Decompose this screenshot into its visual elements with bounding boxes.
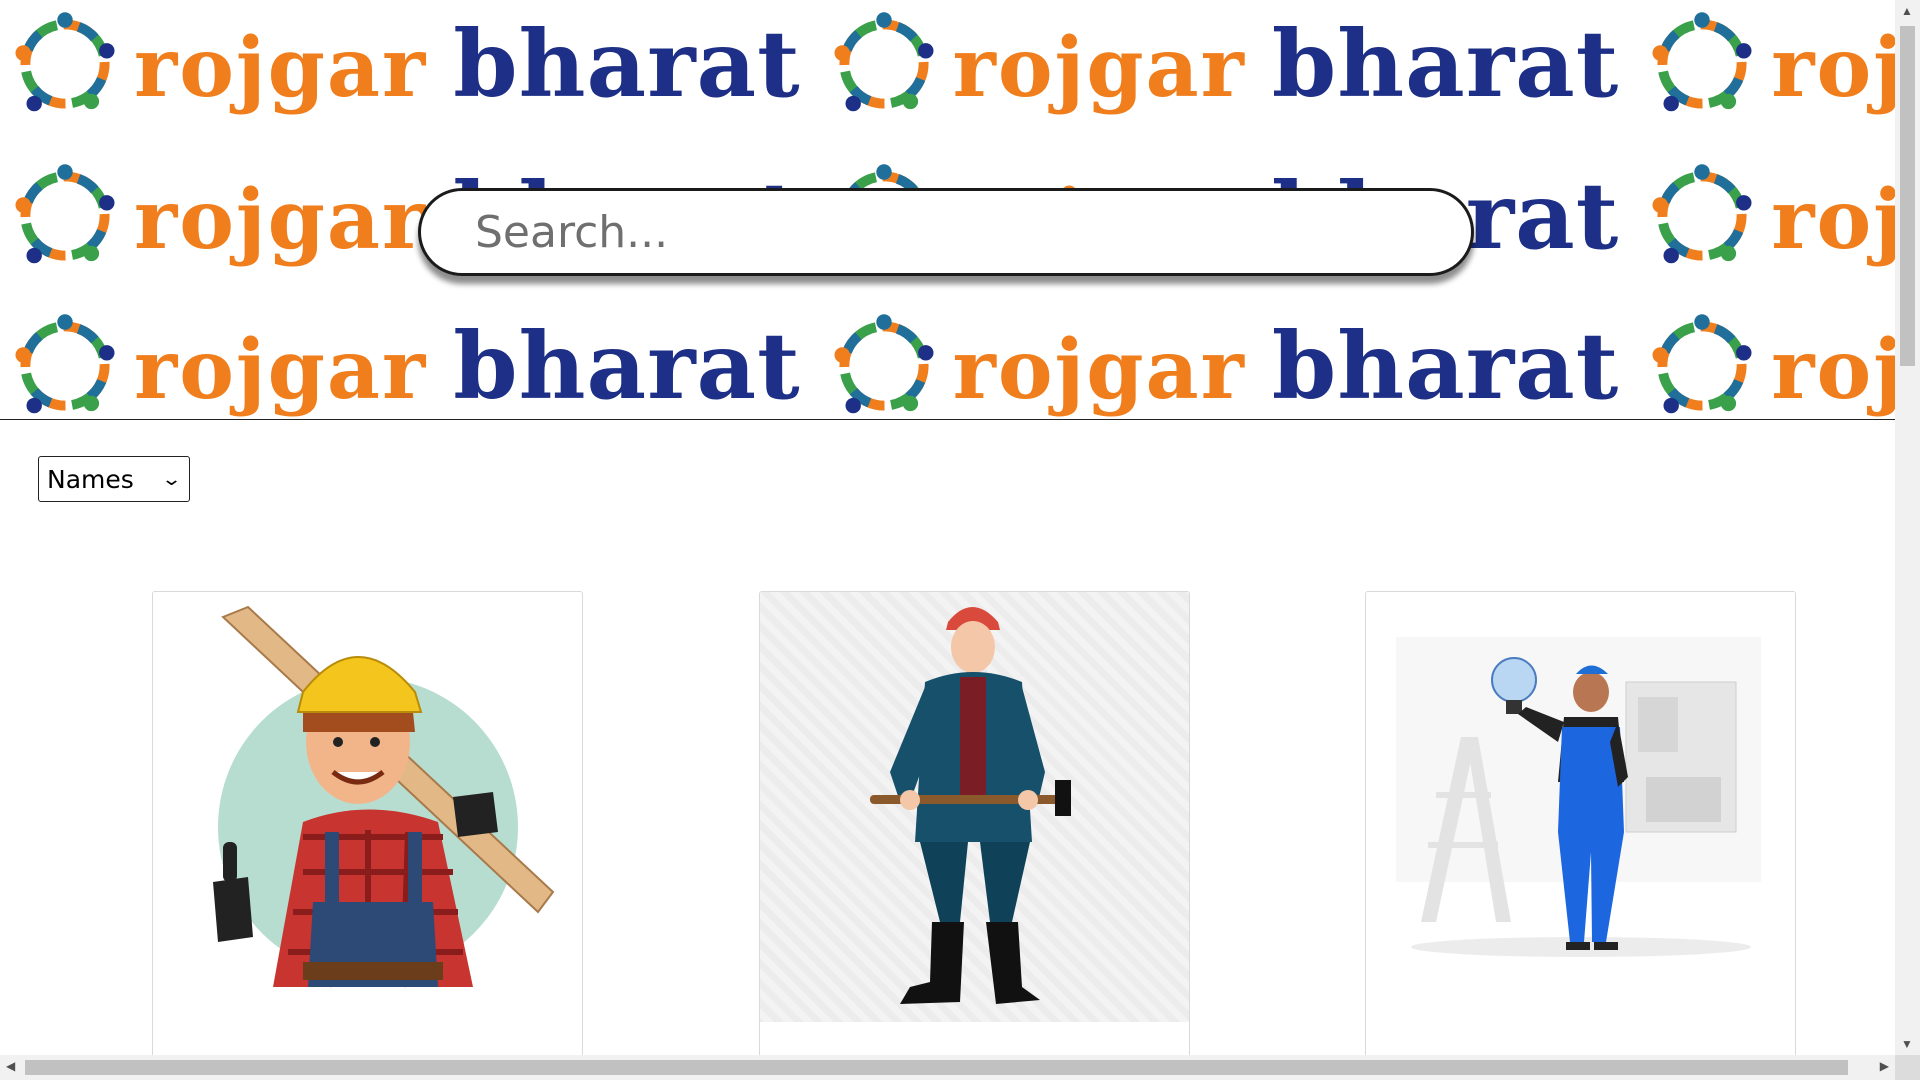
banner-logo-unit: rojgarbharat [1637, 156, 1895, 276]
horizontal-scrollbar[interactable]: ◀ ▶ [0, 1055, 1895, 1080]
filter-selected-value: Names [47, 464, 134, 494]
scrollbar-corner [1895, 1055, 1920, 1080]
carpenter-illustration [153, 592, 582, 1022]
electrician-illustration [1366, 592, 1795, 1022]
scroll-down-icon[interactable]: ▼ [1901, 1037, 1913, 1051]
banner-word-bharat: bharat [453, 312, 801, 420]
banner-logo-row: rojgarbharatrojgarbharatrojgarbharatrojg… [0, 4, 1895, 124]
banner-word-rojgar: rojgar [1771, 172, 1895, 268]
people-circle-logo-icon [15, 12, 115, 112]
banner-word-rojgar: rojgar [134, 172, 428, 268]
people-circle-logo-icon [1652, 164, 1752, 264]
people-circle-logo-icon [834, 314, 934, 414]
worker-card[interactable] [152, 591, 583, 1071]
vertical-scroll-thumb[interactable] [1900, 26, 1915, 366]
banner-logo-unit: rojgarbharat [1637, 4, 1895, 124]
banner-word-rojgar: rojgar [1771, 322, 1895, 418]
people-circle-logo-icon [1652, 314, 1752, 414]
filter-select[interactable]: Names ⌄ [38, 456, 190, 502]
banner-word-rojgar: rojgar [1771, 20, 1895, 116]
banner-logo-unit: rojgar bharat [0, 306, 819, 420]
banner-word-rojgar: rojgar [134, 322, 428, 418]
sledgehammer-worker-illustration [760, 592, 1189, 1022]
banner-word-bharat: bharat [1271, 10, 1620, 118]
banner-logo-unit: rojgar bharat [819, 306, 1638, 420]
banner-word-rojgar: rojgar [134, 20, 428, 116]
banner-word-bharat: bharat [453, 10, 801, 118]
banner-logo-row: rojgarbharatrojgarbharatrojgarbharatrojg… [0, 306, 1895, 420]
banner-word-bharat: bharat [1271, 312, 1620, 420]
people-circle-logo-icon [1652, 12, 1752, 112]
scroll-left-icon[interactable]: ◀ [6, 1059, 15, 1073]
scroll-right-icon[interactable]: ▶ [1880, 1059, 1889, 1073]
banner-logo-unit: rojgar bharat [0, 4, 819, 124]
horizontal-scroll-thumb[interactable] [25, 1060, 1848, 1075]
worker-card[interactable] [759, 591, 1190, 1071]
search-bar[interactable] [418, 188, 1474, 276]
banner-word-rojgar: rojgar [952, 322, 1246, 418]
vertical-scrollbar[interactable]: ▲ ▼ [1895, 0, 1920, 1055]
chevron-down-icon: ⌄ [160, 468, 183, 490]
people-circle-logo-icon [15, 314, 115, 414]
worker-card[interactable] [1365, 591, 1796, 1071]
people-circle-logo-icon [834, 12, 934, 112]
banner-word-rojgar: rojgar [952, 20, 1246, 116]
people-circle-logo-icon [15, 164, 115, 264]
scroll-up-icon[interactable]: ▲ [1901, 4, 1913, 18]
search-input[interactable] [473, 205, 1377, 259]
banner-logo-unit: rojgarbharat [1637, 306, 1895, 419]
banner-logo-unit: rojgar bharat [819, 4, 1638, 124]
